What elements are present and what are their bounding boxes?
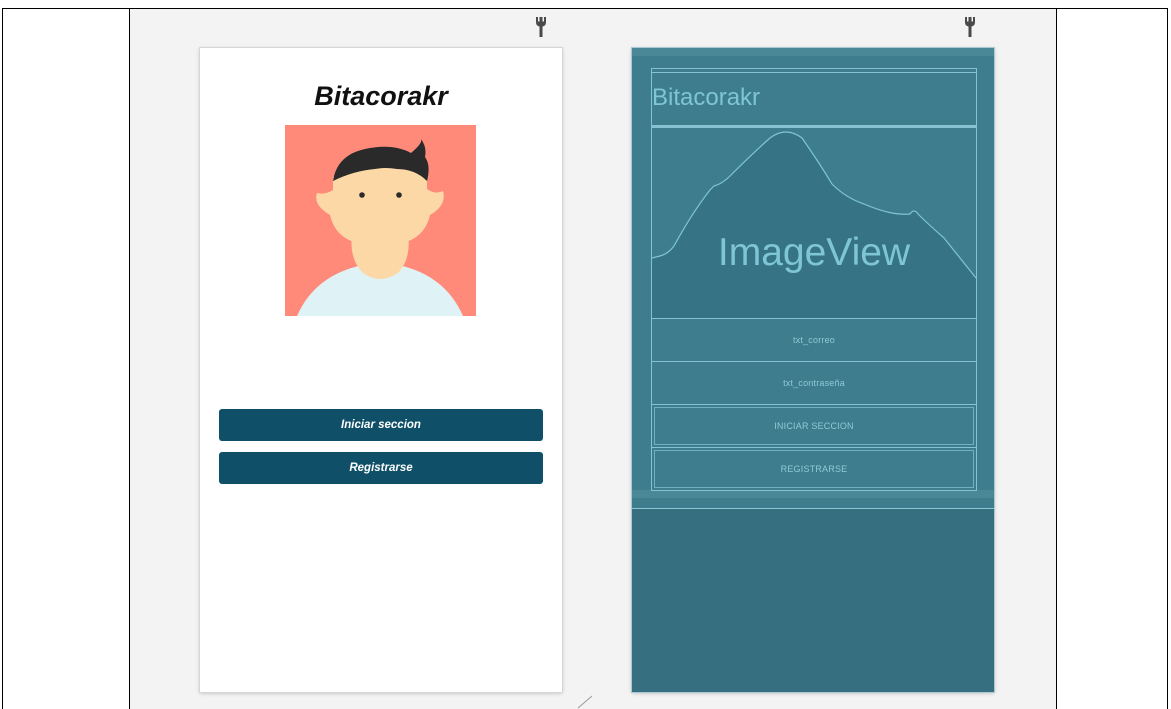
login-button-label: Iniciar seccion	[341, 419, 421, 431]
blueprint-divider	[632, 508, 994, 509]
password-field-label: txt_contraseña	[783, 378, 845, 388]
wrench-icon[interactable]	[535, 16, 547, 38]
imageview-label: ImageView	[717, 231, 911, 274]
login-button-blueprint-label: INICIAR SECCION	[774, 421, 854, 431]
app-title: Bitacorakr	[314, 81, 448, 111]
resize-handle-icon[interactable]	[576, 694, 596, 709]
login-button[interactable]: Iniciar seccion	[219, 409, 543, 441]
blueprint-screen[interactable]: Bitacorakr ImageView txt_correo txt_cont…	[632, 48, 994, 692]
register-button[interactable]: Registrarse	[219, 452, 543, 484]
blueprint-title: Bitacorakr	[652, 84, 761, 111]
blueprint-bottom-bar	[632, 490, 994, 498]
register-button-label: Registrarse	[349, 462, 413, 474]
avatar-image[interactable]	[285, 125, 476, 316]
email-field-label: txt_correo	[792, 335, 836, 345]
design-preview-screen[interactable]: Bitacorakr Iniciar seccion Registrarse	[200, 48, 562, 692]
register-button-blueprint-label: REGISTRARSE	[780, 464, 848, 474]
wrench-icon[interactable]	[964, 16, 976, 38]
blueprint-status-bar	[632, 48, 994, 56]
image-placeholder-icon	[652, 131, 976, 318]
table-column-divider-right	[1056, 8, 1057, 709]
